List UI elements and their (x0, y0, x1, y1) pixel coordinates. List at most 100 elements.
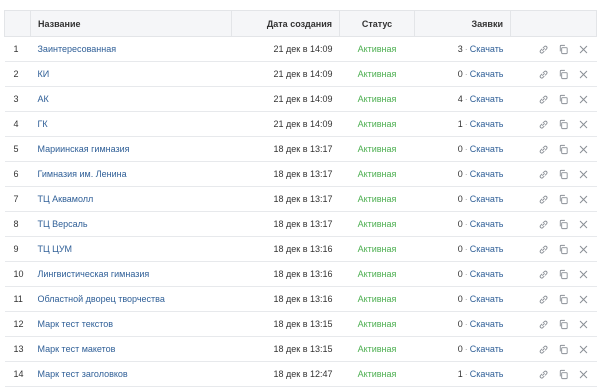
row-download-link[interactable]: Скачать (470, 369, 504, 379)
copy-icon[interactable] (558, 194, 569, 205)
row-separator: · (464, 294, 468, 304)
link-icon[interactable] (538, 294, 549, 305)
copy-icon[interactable] (558, 69, 569, 80)
row-download-link[interactable]: Скачать (470, 69, 504, 79)
close-icon[interactable] (578, 44, 589, 55)
row-name-link[interactable]: Марк тест текстов (38, 319, 114, 329)
copy-icon[interactable] (558, 319, 569, 330)
copy-icon[interactable] (558, 44, 569, 55)
row-applications-count: 0 (457, 219, 463, 229)
row-download-link[interactable]: Скачать (470, 219, 504, 229)
header-name[interactable]: Название (30, 10, 232, 37)
row-download-link[interactable]: Скачать (470, 244, 504, 254)
close-icon[interactable] (578, 269, 589, 280)
row-applications-count: 0 (457, 269, 463, 279)
close-icon[interactable] (578, 94, 589, 105)
row-name-link[interactable]: АК (38, 94, 49, 104)
link-icon[interactable] (538, 269, 549, 280)
link-icon[interactable] (538, 244, 549, 255)
row-applications-count: 1 (457, 369, 463, 379)
header-applications[interactable]: Заявки (414, 10, 511, 37)
row-number: 11 (4, 286, 31, 312)
row-download-link[interactable]: Скачать (470, 94, 504, 104)
table-row: 6 Гимназия им. Ленина 18 дек в 13:17 Акт… (4, 161, 597, 187)
row-number: 2 (4, 61, 31, 87)
copy-icon[interactable] (558, 169, 569, 180)
copy-icon[interactable] (558, 369, 569, 380)
row-name-link[interactable]: Лингвистическая гимназия (38, 269, 150, 279)
row-download-link[interactable]: Скачать (470, 269, 504, 279)
link-icon[interactable] (538, 69, 549, 80)
copy-icon[interactable] (558, 119, 569, 130)
close-icon[interactable] (578, 344, 589, 355)
row-separator: · (464, 119, 468, 129)
copy-icon[interactable] (558, 269, 569, 280)
row-name-link[interactable]: Областной дворец творчества (38, 294, 165, 304)
row-download-link[interactable]: Скачать (470, 194, 504, 204)
row-status: Активная (339, 211, 415, 237)
row-download-link[interactable]: Скачать (470, 294, 504, 304)
row-name-link[interactable]: ТЦ Версаль (38, 219, 88, 229)
row-date: 21 дек в 14:09 (231, 86, 340, 112)
row-name-link[interactable]: Марк тест заголовков (38, 369, 128, 379)
row-separator: · (464, 344, 468, 354)
link-icon[interactable] (538, 319, 549, 330)
row-name-link[interactable]: ТЦ ЦУМ (38, 244, 73, 254)
table-row: 13 Марк тест макетов 18 дек в 13:15 Акти… (4, 336, 597, 362)
row-name-link[interactable]: ГК (38, 119, 48, 129)
table-row: 9 ТЦ ЦУМ 18 дек в 13:16 Активная 0 · Скача… (4, 236, 597, 262)
close-icon[interactable] (578, 194, 589, 205)
header-actions (510, 10, 597, 37)
close-icon[interactable] (578, 119, 589, 130)
row-download-link[interactable]: Скачать (470, 319, 504, 329)
copy-icon[interactable] (558, 294, 569, 305)
copy-icon[interactable] (558, 94, 569, 105)
header-date[interactable]: Дата создания (231, 10, 340, 37)
copy-icon[interactable] (558, 344, 569, 355)
close-icon[interactable] (578, 319, 589, 330)
row-name-link[interactable]: ТЦ Аквамолл (38, 194, 94, 204)
table-row: 1 Заинтересованная 21 дек в 14:09 Активн… (4, 36, 597, 62)
row-applications-count: 0 (457, 144, 463, 154)
link-icon[interactable] (538, 94, 549, 105)
copy-icon[interactable] (558, 144, 569, 155)
header-status[interactable]: Статус (339, 10, 415, 37)
link-icon[interactable] (538, 344, 549, 355)
close-icon[interactable] (578, 144, 589, 155)
row-number: 10 (4, 261, 31, 287)
close-icon[interactable] (578, 244, 589, 255)
row-date: 21 дек в 14:09 (231, 111, 340, 137)
link-icon[interactable] (538, 369, 549, 380)
link-icon[interactable] (538, 44, 549, 55)
row-separator: · (464, 44, 468, 54)
row-separator: · (464, 244, 468, 254)
link-icon[interactable] (538, 194, 549, 205)
row-number: 8 (4, 211, 31, 237)
close-icon[interactable] (578, 69, 589, 80)
row-download-link[interactable]: Скачать (470, 119, 504, 129)
row-download-link[interactable]: Скачать (470, 169, 504, 179)
row-name-link[interactable]: Мариинская гимназия (38, 144, 130, 154)
link-icon[interactable] (538, 169, 549, 180)
row-applications-count: 0 (457, 169, 463, 179)
close-icon[interactable] (578, 219, 589, 230)
table-row: 10 Лингвистическая гимназия 18 дек в 13:… (4, 261, 597, 287)
link-icon[interactable] (538, 219, 549, 230)
row-name-link[interactable]: Марк тест макетов (38, 344, 116, 354)
row-name-link[interactable]: Гимназия им. Ленина (38, 169, 127, 179)
row-name-link[interactable]: Заинтересованная (38, 44, 117, 54)
link-icon[interactable] (538, 144, 549, 155)
row-applications-count: 4 (457, 94, 463, 104)
row-name-link[interactable]: КИ (38, 69, 50, 79)
row-download-link[interactable]: Скачать (470, 44, 504, 54)
copy-icon[interactable] (558, 244, 569, 255)
close-icon[interactable] (578, 169, 589, 180)
row-applications-count: 0 (457, 294, 463, 304)
close-icon[interactable] (578, 294, 589, 305)
close-icon[interactable] (578, 369, 589, 380)
copy-icon[interactable] (558, 219, 569, 230)
row-download-link[interactable]: Скачать (470, 344, 504, 354)
row-date: 18 дек в 13:17 (231, 211, 340, 237)
link-icon[interactable] (538, 119, 549, 130)
row-download-link[interactable]: Скачать (470, 144, 504, 154)
